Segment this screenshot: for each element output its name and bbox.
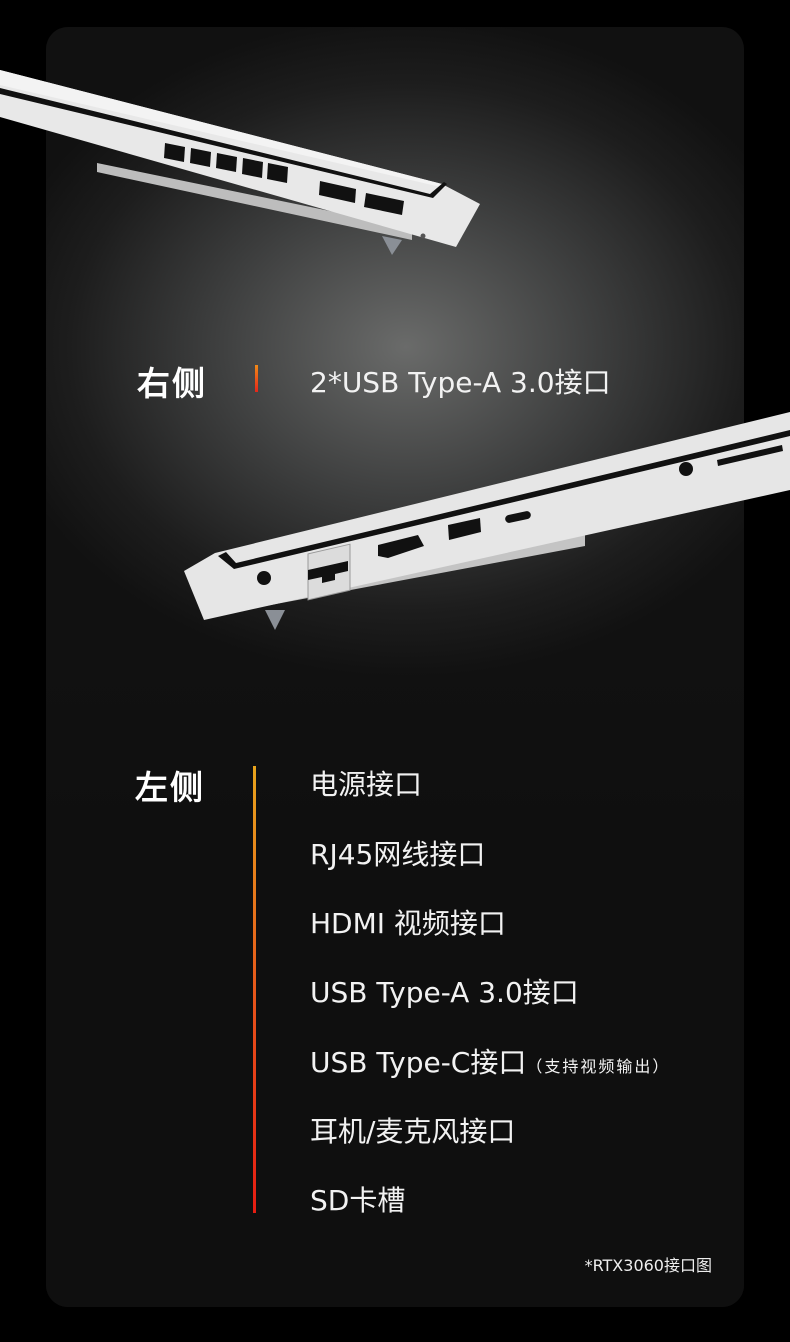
left-side-title: 左侧: [135, 768, 205, 807]
laptop-left-side-image: [184, 412, 790, 630]
laptop-foot-tip: [265, 610, 285, 630]
power-jack: [257, 571, 271, 585]
port-item-usb-c-note: （支持视频输出）: [526, 1057, 671, 1076]
right-side-port-item: 2*USB Type-A 3.0接口: [310, 366, 611, 399]
port-item-power: 电源接口: [310, 768, 423, 801]
port-item-usb-c-label: USB Type-C接口: [310, 1046, 527, 1079]
port-item-sd: SD卡槽: [310, 1184, 406, 1217]
laptop-right-side-image: [0, 70, 480, 255]
laptop-foot-tip: [382, 236, 402, 255]
port-item-usb-c: USB Type-C接口（支持视频输出）: [310, 1041, 670, 1081]
right-side-title: 右侧: [137, 364, 207, 403]
led-indicator: [420, 233, 426, 239]
right-side-accent-bar: [255, 365, 258, 392]
port-item-rj45: RJ45网线接口: [310, 838, 486, 871]
audio-jack: [679, 462, 693, 476]
port-item-usb-a: USB Type-A 3.0接口: [310, 976, 579, 1009]
port-item-hdmi: HDMI 视频接口: [310, 907, 506, 940]
left-side-accent-bar: [253, 766, 256, 1213]
footnote: *RTX3060接口图: [584, 1256, 712, 1275]
port-item-audio: 耳机/麦克风接口: [310, 1115, 516, 1148]
laptop-body: [184, 412, 790, 620]
